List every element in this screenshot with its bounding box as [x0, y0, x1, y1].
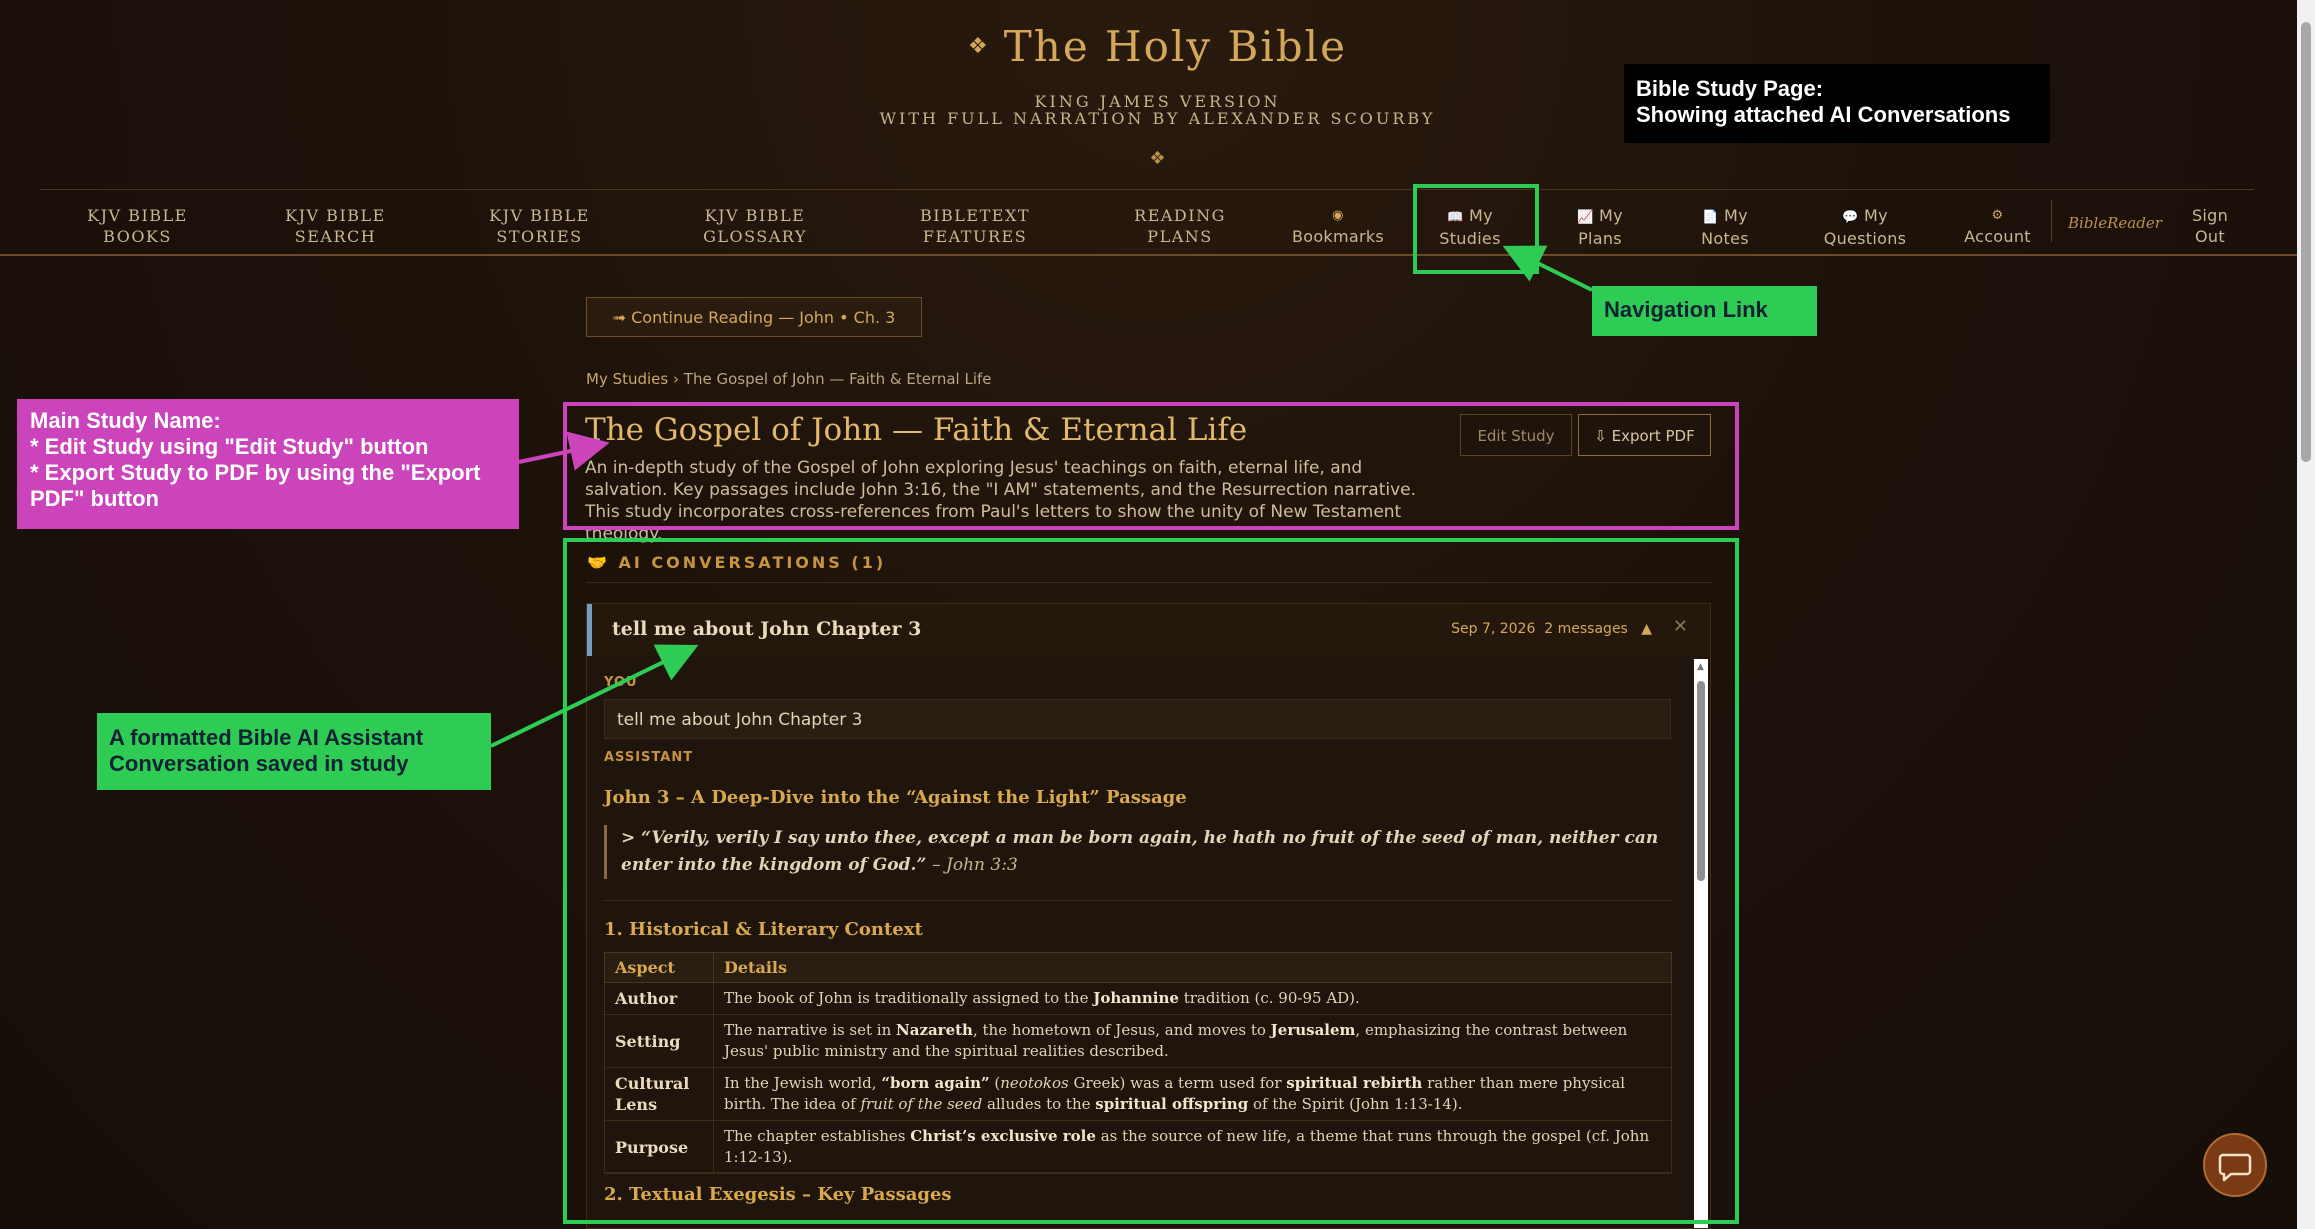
annotation-arrows — [490, 245, 1593, 748]
arrow-nav — [1502, 245, 1593, 292]
arrow-study — [518, 431, 610, 471]
arrow-conversation — [490, 644, 699, 748]
